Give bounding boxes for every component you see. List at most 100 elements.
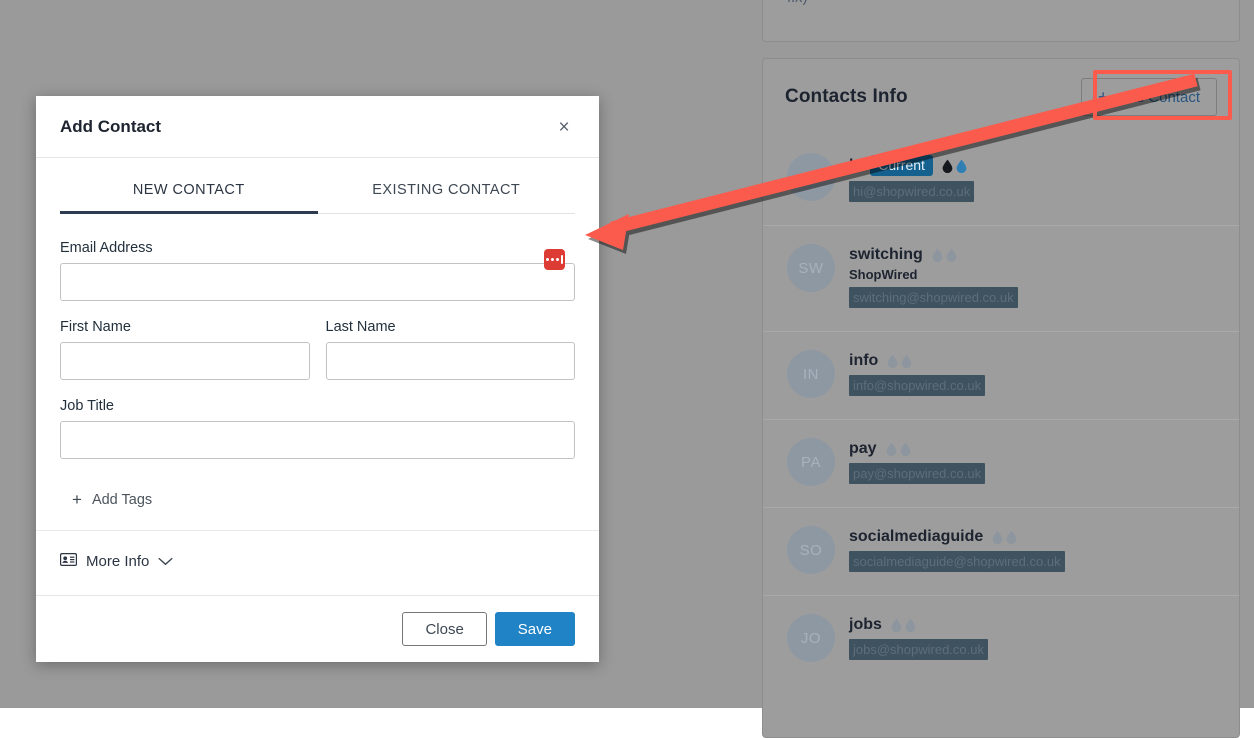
first-name-field-group: First Name — [60, 319, 310, 380]
dot-2 — [551, 258, 554, 261]
contact-name-line: info — [849, 352, 985, 370]
contacts-list: HI hi Current hi@shopwired.co.uk SW switching… — [763, 135, 1239, 683]
droplet-icon — [905, 618, 916, 632]
clipped-card-text: fix) — [787, 0, 808, 6]
dialog-footer: Close Save — [36, 595, 599, 662]
droplet-icon — [891, 618, 902, 632]
tab-new-contact[interactable]: NEW CONTACT — [60, 182, 318, 214]
last-name-field-group: Last Name — [325, 319, 575, 380]
avatar: SW — [787, 244, 835, 292]
contact-name-line: pay — [849, 440, 985, 458]
droplet-icons — [942, 159, 967, 173]
droplet-icon — [886, 442, 896, 456]
droplet-icons — [992, 530, 1017, 544]
contact-email-redacted: hi@shopwired.co.uk — [849, 181, 975, 202]
chevron-down-icon — [158, 553, 173, 570]
dialog-title: Add Contact — [60, 117, 162, 136]
dot-3 — [556, 258, 559, 261]
contact-name-line: socialmediaguide — [849, 528, 1065, 546]
droplet-icon — [887, 354, 898, 368]
droplet-icons — [886, 442, 911, 456]
dot-1 — [546, 258, 549, 261]
contact-email-redacted: info@shopwired.co.uk — [849, 375, 986, 396]
contact-row[interactable]: SW switching ShopWired switching@shopwired.… — [763, 225, 1239, 331]
droplet-icons — [932, 248, 957, 262]
first-name-label: First Name — [60, 319, 131, 335]
dialog-header: Add Contact × — [36, 96, 599, 158]
contact-row[interactable]: HI hi Current hi@shopwired.co.uk — [763, 135, 1239, 225]
clipped-info-card: fix) — [762, 0, 1240, 42]
dialog-tabs: NEW CONTACT EXISTING CONTACT — [60, 182, 575, 214]
contact-name: pay — [849, 440, 877, 457]
name-fields-row: First Name Last Name — [60, 319, 575, 380]
contact-name: info — [849, 352, 879, 369]
contact-name-line: hi Current — [849, 155, 974, 176]
contact-body: info info@shopwired.co.uk — [849, 350, 986, 401]
contact-name: socialmediaguide — [849, 528, 984, 545]
droplet-icon — [1006, 530, 1017, 544]
email-address-input[interactable] — [60, 263, 575, 301]
avatar: JO — [787, 614, 835, 662]
contact-row[interactable]: JO jobs jobs@shopwired.co.uk — [763, 595, 1239, 683]
close-icon[interactable]: × — [553, 116, 575, 138]
save-button[interactable]: Save — [494, 612, 575, 646]
add-contact-dialog: Add Contact × NEW CONTACT EXISTING CONTA… — [36, 96, 599, 662]
email-address-field-group: Email Address — [60, 240, 575, 301]
contact-row[interactable]: PA pay pay@shopwired.co.uk — [763, 419, 1239, 507]
contact-email-redacted: jobs@shopwired.co.uk — [849, 639, 988, 660]
job-title-input[interactable] — [60, 421, 575, 459]
add-tags-button[interactable]: + Add Tags — [72, 491, 152, 508]
droplet-icon — [900, 442, 910, 456]
caret-bar — [561, 255, 563, 264]
id-card-icon — [60, 553, 78, 570]
add-tags-label: Add Tags — [91, 491, 153, 508]
contact-row[interactable]: IN info info@shopwired.co.uk — [763, 331, 1239, 419]
status-badge: Current — [870, 155, 933, 176]
contact-body: switching ShopWired switching@shopwired.co… — [849, 244, 1018, 313]
droplet-icon — [901, 354, 912, 368]
more-info-label: More Info — [86, 553, 150, 570]
contact-body: jobs jobs@shopwired.co.uk — [849, 614, 988, 665]
droplet-icon — [992, 530, 1003, 544]
plus-icon: + — [1097, 87, 1109, 107]
contacts-info-title: Contacts Info — [785, 86, 908, 107]
add-contact-button[interactable]: + Add Contact — [1080, 78, 1217, 116]
last-name-input[interactable] — [325, 342, 575, 380]
contact-body: socialmediaguide socialmediaguide@shopwir… — [849, 526, 1065, 577]
dialog-body: Email Address First Name Last Name Job T… — [36, 214, 599, 530]
droplet-icon — [932, 248, 943, 262]
contact-name: hi — [849, 156, 864, 174]
email-address-label: Email Address — [60, 240, 153, 256]
avatar: PA — [787, 438, 835, 486]
avatar: HI — [787, 153, 835, 201]
contact-name: jobs — [849, 616, 882, 633]
more-info-button[interactable]: More Info — [60, 553, 173, 570]
page-root: fix) Contacts Info + Add Contact HI hi Cur… — [0, 0, 1254, 738]
contact-row[interactable]: SO socialmediaguide socialmediaguide@shopw… — [763, 507, 1239, 595]
droplet-icon — [946, 248, 957, 262]
password-manager-autofill-icon[interactable] — [544, 249, 565, 270]
contact-company: ShopWired — [849, 267, 918, 282]
job-title-label: Job Title — [60, 398, 114, 414]
close-button[interactable]: Close — [402, 612, 487, 646]
last-name-label: Last Name — [325, 319, 396, 335]
first-name-input[interactable] — [60, 342, 310, 380]
contacts-panel-header: Contacts Info + Add Contact — [763, 59, 1239, 135]
contact-name-line: switching — [849, 246, 1018, 264]
contact-name: switching — [849, 246, 923, 263]
contact-body: pay pay@shopwired.co.uk — [849, 438, 986, 489]
contact-email-redacted: socialmediaguide@shopwired.co.uk — [849, 551, 1065, 572]
droplet-icons — [891, 618, 916, 632]
droplet-icon — [942, 159, 953, 173]
avatar: IN — [787, 350, 835, 398]
contact-email-redacted: pay@shopwired.co.uk — [849, 463, 986, 484]
add-contact-label: Add Contact — [1117, 88, 1200, 106]
contacts-info-panel: Contacts Info + Add Contact HI hi Current h… — [762, 58, 1240, 738]
contact-email-redacted: switching@shopwired.co.uk — [849, 287, 1018, 308]
tab-existing-contact[interactable]: EXISTING CONTACT — [318, 182, 576, 214]
contact-name-line: jobs — [849, 616, 988, 634]
job-title-field-group: Job Title — [60, 398, 575, 459]
droplet-icons — [887, 354, 912, 368]
more-info-row: More Info — [36, 531, 599, 595]
contact-body: hi Current hi@shopwired.co.uk — [849, 153, 975, 207]
